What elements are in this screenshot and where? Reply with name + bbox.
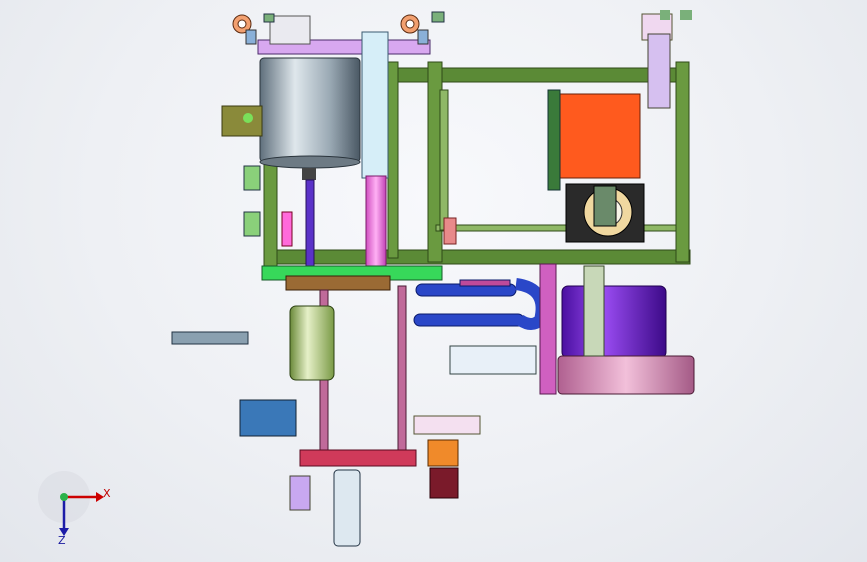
origin-point xyxy=(60,493,68,501)
orange-unit xyxy=(547,89,645,243)
machine-assembly-drawing: X Z xyxy=(38,10,695,547)
mid-plate xyxy=(261,265,443,291)
cad-viewport[interactable]: X Z xyxy=(0,0,867,562)
drum-assembly xyxy=(539,263,695,395)
top-mount xyxy=(232,11,445,55)
cable-chain xyxy=(413,278,548,330)
x-axis-label: X xyxy=(103,487,111,500)
coordinate-triad: X Z xyxy=(38,471,111,547)
z-axis-label: Z xyxy=(58,534,66,547)
vertical-guide xyxy=(361,31,389,279)
